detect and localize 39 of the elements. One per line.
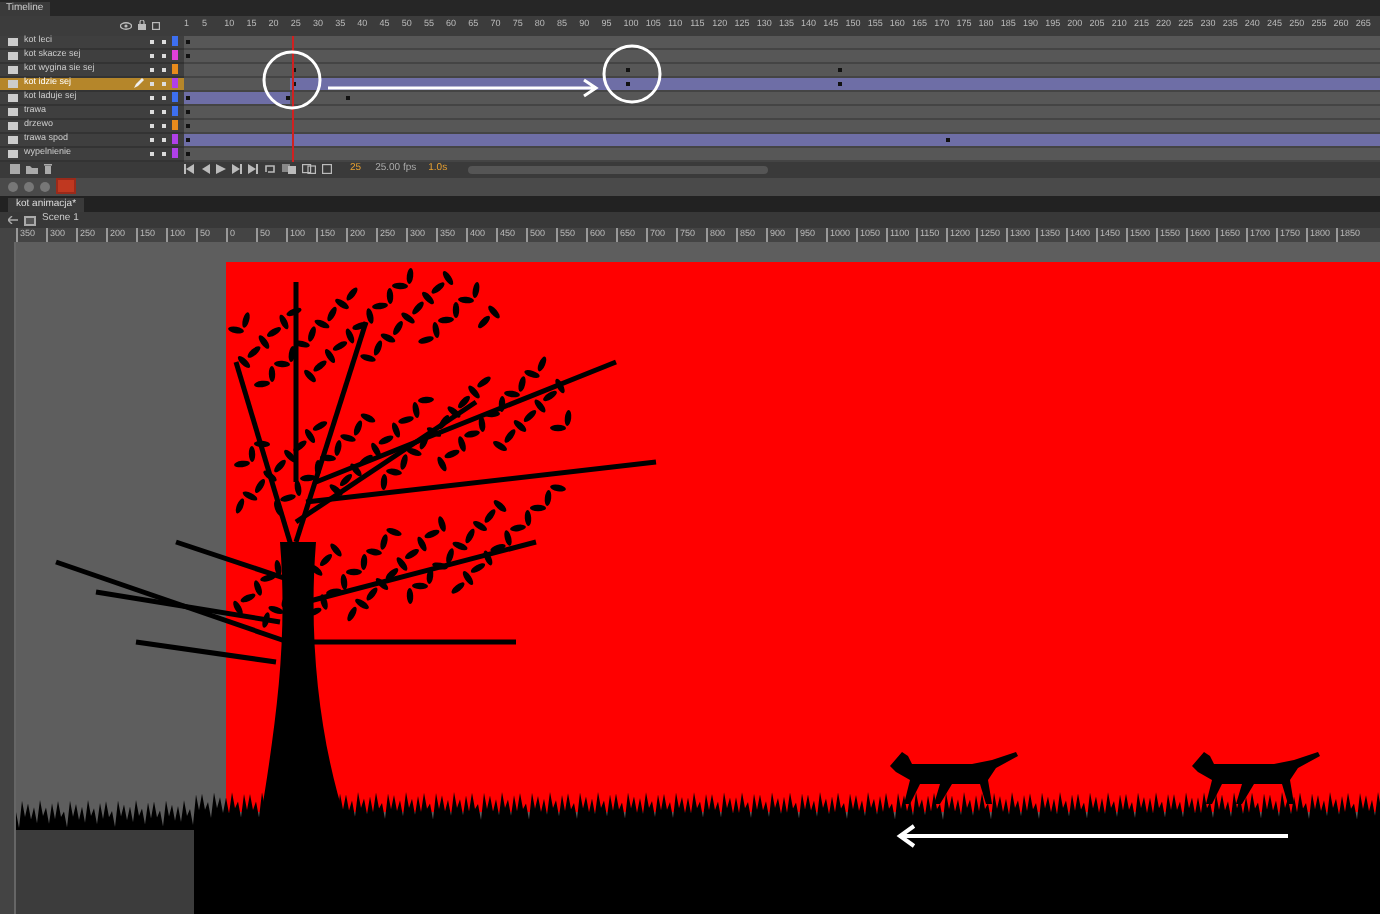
cat-silhouette	[1192, 751, 1320, 804]
keyframe[interactable]	[838, 81, 843, 86]
keyframe[interactable]	[838, 67, 843, 72]
loop-icon[interactable]	[264, 164, 276, 175]
first-frame-icon[interactable]	[184, 164, 194, 175]
play-icon[interactable]	[216, 164, 226, 175]
layer-color-swatch[interactable]	[172, 36, 178, 47]
onion-skin-icon[interactable]	[282, 164, 296, 175]
highlight-circle	[262, 50, 322, 110]
outline-icon[interactable]	[152, 21, 160, 30]
onion-outline-icon[interactable]	[302, 164, 316, 175]
highlight-circle	[602, 44, 662, 104]
new-layer-icon[interactable]	[10, 164, 20, 175]
step-back-icon[interactable]	[200, 164, 210, 175]
layer-color-swatch[interactable]	[172, 148, 178, 159]
keyframe[interactable]	[625, 81, 630, 86]
layer-color-swatch[interactable]	[172, 78, 178, 89]
layer-color-swatch[interactable]	[172, 92, 178, 103]
layer-color-swatch[interactable]	[172, 106, 178, 117]
keyframe[interactable]	[945, 137, 950, 142]
layer-color-swatch[interactable]	[172, 50, 178, 61]
layer-color-swatch[interactable]	[172, 134, 178, 145]
eye-icon[interactable]	[120, 21, 132, 30]
cat-silhouette	[890, 751, 1018, 804]
edit-frames-icon[interactable]	[322, 164, 332, 175]
last-frame-icon[interactable]	[248, 164, 258, 175]
keyframe[interactable]	[625, 67, 630, 72]
layer-color-swatch[interactable]	[172, 64, 178, 75]
layer-color-swatch[interactable]	[172, 120, 178, 131]
scene-icon	[24, 215, 36, 226]
horizontal-scrollbar[interactable]	[467, 165, 768, 174]
lock-icon[interactable]	[138, 20, 146, 31]
keyframe[interactable]	[286, 95, 291, 100]
step-forward-icon[interactable]	[232, 164, 242, 175]
app-icon	[56, 178, 76, 195]
keyframe[interactable]	[345, 95, 350, 100]
pencil-icon	[134, 78, 144, 89]
trash-icon[interactable]	[44, 164, 52, 175]
back-icon[interactable]	[8, 216, 18, 225]
